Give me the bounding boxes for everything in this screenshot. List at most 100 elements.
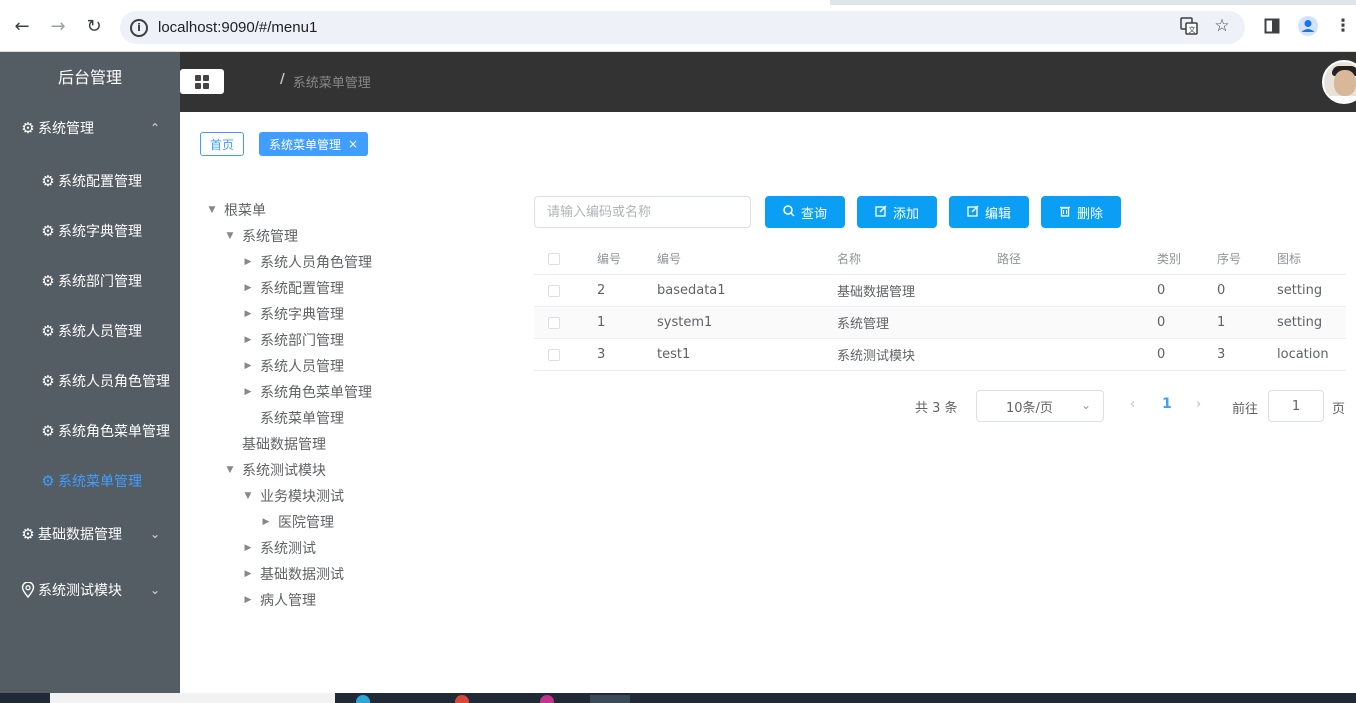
prev-page-icon[interactable]: ‹	[1130, 397, 1135, 412]
column-header[interactable]: 图标	[1277, 250, 1301, 267]
sidebar-group-system[interactable]: ⚙ 系统管理 ⌃	[0, 103, 180, 153]
caret-right-icon[interactable]: ▶	[260, 517, 272, 527]
close-icon[interactable]: ×	[348, 137, 358, 151]
caret-right-icon[interactable]: ▶	[242, 257, 254, 267]
caret-right-icon[interactable]: ▶	[242, 387, 254, 397]
row-checkbox[interactable]	[548, 348, 560, 361]
column-header[interactable]: 编号	[597, 250, 621, 267]
caret-right-icon[interactable]: ▶	[242, 595, 254, 605]
back-icon[interactable]: ←	[10, 14, 34, 38]
sidebar-item-role-menu[interactable]: ⚙ 系统角色菜单管理	[0, 406, 180, 456]
url-text[interactable]: localhost:9090/#/menu1	[158, 19, 317, 36]
caret-right-icon[interactable]: ▶	[242, 361, 254, 371]
gear-icon: ⚙	[41, 172, 55, 190]
caret-down-icon[interactable]: ▼	[206, 205, 218, 215]
os-taskbar	[0, 693, 1356, 703]
gear-icon: ⚙	[21, 525, 35, 543]
search-input[interactable]	[534, 196, 751, 228]
table-row[interactable]: 1 system1 系统管理 0 1 setting	[534, 307, 1346, 339]
address-bar[interactable]: i localhost:9090/#/menu1	[120, 11, 1245, 44]
forward-icon[interactable]: →	[46, 14, 70, 38]
delete-button[interactable]: 删除	[1041, 196, 1121, 228]
tree-node[interactable]: ▶ 系统人员角色管理	[242, 249, 372, 275]
goto-page-input[interactable]	[1268, 390, 1324, 422]
tree-node[interactable]: ▶ 系统字典管理	[242, 301, 344, 327]
caret-right-icon[interactable]: ▶	[242, 283, 254, 293]
tree-node[interactable]: ▶ 系统角色菜单管理	[242, 379, 372, 405]
tree-node-label: 系统角色菜单管理	[260, 385, 372, 401]
taskbar-app-icon[interactable]	[590, 695, 630, 703]
sidebar-item-menu[interactable]: ⚙ 系统菜单管理	[0, 456, 180, 506]
tag-home[interactable]: 首页	[200, 132, 245, 156]
table-row[interactable]: 2 basedata1 基础数据管理 0 0 setting	[534, 275, 1346, 307]
sidebar-item-label: 系统配置管理	[58, 174, 142, 190]
browser-menu-icon[interactable]: ⋮	[1334, 14, 1352, 38]
tree-node-label: 病人管理	[260, 593, 316, 609]
table-cell: system1	[657, 315, 713, 330]
tree-node-label: 系统部门管理	[260, 333, 344, 349]
table-header-row: 编号 编号 名称 路径 类别 序号 图标	[534, 243, 1346, 275]
tree-node[interactable]: ▶ 系统人员管理	[242, 353, 344, 379]
table-cell: 0	[1217, 283, 1226, 298]
tag-menu-management[interactable]: 系统菜单管理 ×	[259, 132, 369, 156]
profile-icon[interactable]	[1296, 14, 1320, 38]
site-info-icon[interactable]: i	[130, 18, 148, 37]
page-number-current[interactable]: 1	[1162, 396, 1172, 412]
sidebar-group-label: 基础数据管理	[38, 527, 122, 543]
caret-right-icon[interactable]: ▶	[242, 543, 254, 553]
translate-icon[interactable]: 文	[1178, 14, 1200, 38]
taskbar-search-box[interactable]	[50, 693, 335, 703]
button-label: 删除	[1076, 205, 1103, 221]
page-size-select[interactable]: 10条/页 ⌄	[976, 390, 1104, 422]
taskbar-app-icon[interactable]	[356, 695, 370, 703]
caret-right-icon[interactable]: ▶	[242, 309, 254, 319]
sidebar-group-test-module[interactable]: 系统测试模块 ⌄	[0, 565, 180, 615]
tree-node[interactable]: ▼ 系统管理	[224, 223, 298, 249]
sidebar-group-basic-data[interactable]: ⚙ 基础数据管理 ⌄	[0, 509, 180, 559]
column-header[interactable]: 名称	[837, 250, 861, 267]
tree-node[interactable]: ▶ 系统部门管理	[242, 327, 344, 353]
column-header[interactable]: 类别	[1157, 250, 1181, 267]
tree-node[interactable]: ▼ 系统测试模块	[224, 457, 326, 483]
table-row[interactable]: 3 test1 系统测试模块 0 3 location	[534, 339, 1346, 371]
bookmark-star-icon[interactable]: ☆	[1211, 14, 1233, 38]
caret-down-icon[interactable]: ▼	[224, 231, 236, 241]
caret-right-icon[interactable]: ▶	[242, 569, 254, 579]
caret-down-icon[interactable]: ▼	[224, 465, 236, 475]
side-panel-icon[interactable]	[1261, 14, 1283, 38]
tree-node[interactable]: 基础数据管理	[224, 431, 326, 457]
row-checkbox[interactable]	[548, 284, 560, 297]
add-button[interactable]: 添加	[857, 196, 937, 228]
sidebar-item-dictionary[interactable]: ⚙ 系统字典管理	[0, 206, 180, 256]
sidebar-item-staff[interactable]: ⚙ 系统人员管理	[0, 306, 180, 356]
tree-node[interactable]: ▶ 系统测试	[242, 535, 316, 561]
sidebar-item-config[interactable]: ⚙ 系统配置管理	[0, 156, 180, 206]
tree-node[interactable]: ▼ 业务模块测试	[242, 483, 344, 509]
column-header[interactable]: 路径	[997, 250, 1021, 267]
tree-node[interactable]: ▶ 系统配置管理	[242, 275, 344, 301]
edit-button[interactable]: 编辑	[949, 196, 1029, 228]
collapse-toggle-button[interactable]	[180, 69, 224, 94]
tree-node[interactable]: ▶ 医院管理	[260, 509, 334, 535]
button-label: 编辑	[984, 205, 1011, 221]
sidebar-item-department[interactable]: ⚙ 系统部门管理	[0, 256, 180, 306]
tree-node[interactable]: ▶ 基础数据测试	[242, 561, 344, 587]
sidebar-item-label: 系统人员管理	[58, 324, 142, 340]
tree-node[interactable]: ▶ 病人管理	[242, 587, 316, 613]
tree-node[interactable]: ▼ 根菜单	[206, 197, 266, 223]
query-button[interactable]: 查询	[765, 196, 845, 228]
avatar[interactable]	[1322, 60, 1356, 104]
browser-toolbar: ← → ↻ i localhost:9090/#/menu1 文 ☆ ⋮	[0, 0, 1356, 52]
taskbar-app-icon[interactable]	[455, 695, 469, 703]
reload-icon[interactable]: ↻	[82, 14, 106, 38]
next-page-icon[interactable]: ›	[1196, 397, 1201, 412]
row-checkbox[interactable]	[548, 316, 560, 329]
tree-node[interactable]: 系统菜单管理	[242, 405, 344, 431]
select-all-checkbox[interactable]	[548, 252, 560, 265]
caret-down-icon[interactable]: ▼	[242, 491, 254, 501]
column-header[interactable]: 编号	[657, 250, 681, 267]
sidebar-item-staff-role[interactable]: ⚙ 系统人员角色管理	[0, 356, 180, 406]
column-header[interactable]: 序号	[1217, 250, 1241, 267]
taskbar-app-icon[interactable]	[540, 695, 554, 703]
caret-right-icon[interactable]: ▶	[242, 335, 254, 345]
